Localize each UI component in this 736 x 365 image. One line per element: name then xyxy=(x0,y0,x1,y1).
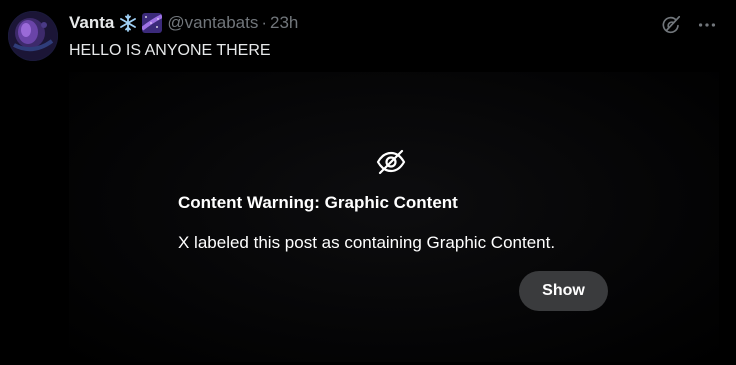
display-name[interactable]: Vanta xyxy=(69,13,114,33)
post-text: HELLO IS ANYONE THERE xyxy=(69,42,271,59)
post-header: Vanta @vantabats · 23h xyxy=(69,12,298,34)
snowflake-emoji xyxy=(118,13,138,33)
user-handle[interactable]: @vantabats xyxy=(167,13,258,33)
grok-icon[interactable] xyxy=(658,12,684,38)
post: Vanta @vantabats · 23h HELLO IS ANYONE T… xyxy=(0,0,736,365)
timestamp[interactable]: 23h xyxy=(270,13,298,33)
more-icon[interactable] xyxy=(694,12,720,38)
show-button[interactable]: Show xyxy=(519,271,608,311)
content-warning-title: Content Warning: Graphic Content xyxy=(178,193,458,212)
sensitive-media-container xyxy=(69,72,719,362)
content-warning-description: X labeled this post as containing Graphi… xyxy=(178,233,556,252)
eye-slash-icon xyxy=(375,146,407,178)
separator-dot: · xyxy=(261,13,268,32)
milky-way-emoji xyxy=(142,13,163,33)
avatar[interactable] xyxy=(8,11,58,61)
